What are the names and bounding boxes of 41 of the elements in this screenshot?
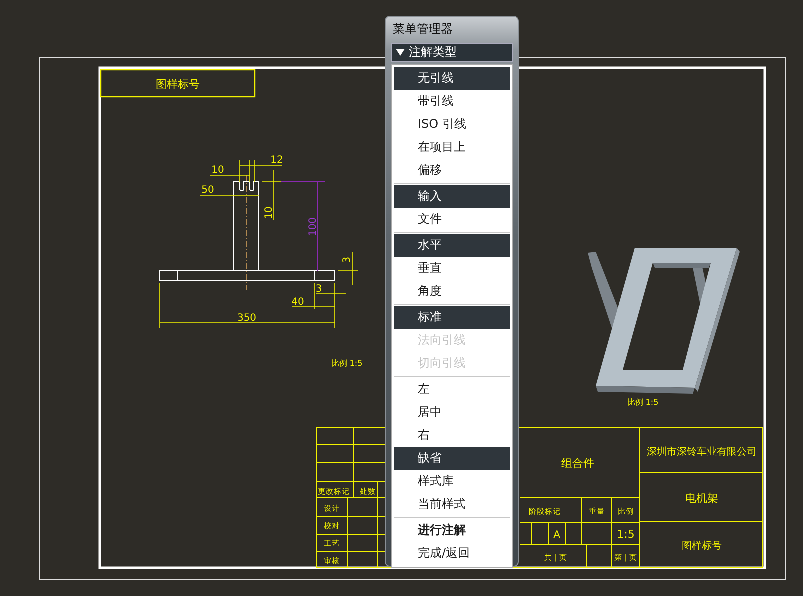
section-header[interactable]: 注解类型	[391, 43, 513, 62]
menu-item[interactable]: 样式库	[394, 470, 510, 493]
dimension-value: 3	[342, 256, 353, 264]
menu-item[interactable]: ISO 引线	[394, 113, 510, 136]
menu-item[interactable]: 带引线	[394, 90, 510, 113]
section-label: 注解类型	[409, 44, 457, 61]
dimension-value: 40	[292, 297, 304, 308]
menu-item[interactable]: 进行注解	[394, 519, 510, 542]
drawing-number-label: 图样标号	[682, 541, 722, 552]
menu-item[interactable]: 角度	[394, 280, 510, 303]
dimension-value: 3	[316, 284, 322, 295]
view-scale-label: 比例 1:5	[331, 359, 363, 368]
menu-item[interactable]: 左	[394, 378, 510, 401]
menu-item[interactable]: 水平	[394, 234, 510, 257]
dimension-value: 12	[270, 155, 284, 166]
dimension-value: 10	[212, 165, 224, 176]
dimension-value: 100	[308, 217, 319, 237]
menu-item[interactable]: 垂直	[394, 257, 510, 280]
menu-item[interactable]: 输入	[394, 185, 510, 208]
menu-item[interactable]: 标准	[394, 306, 510, 329]
menu-item[interactable]: 居中	[394, 401, 510, 424]
drawing-number-label: 图样标号	[156, 78, 200, 91]
menu-item[interactable]: 偏移	[394, 159, 510, 182]
menu-item[interactable]: 当前样式	[394, 493, 510, 516]
menu-item[interactable]: 无引线	[394, 67, 510, 90]
menu-title: 菜单管理器	[392, 21, 454, 38]
part-name: 电机架	[686, 492, 718, 505]
menu-item[interactable]: 缺省	[394, 447, 510, 470]
menu-item[interactable]: 在项目上	[394, 136, 510, 159]
scale-value: 1:5	[617, 528, 635, 541]
stage-value: A	[554, 530, 560, 541]
menu-item[interactable]: 完成/返回	[394, 542, 510, 565]
view-scale-label: 比例 1:5	[627, 398, 659, 407]
caret-icon	[396, 49, 405, 56]
dimension-value: 10	[264, 206, 275, 220]
company-name: 深圳市深铃车业有限公司	[647, 447, 757, 458]
menu-item[interactable]: 文件	[394, 208, 510, 231]
dimension-value: 50	[202, 185, 214, 196]
dimension-value: 350	[237, 313, 257, 324]
menu-item[interactable]: 右	[394, 424, 510, 447]
part-type-label: 组合件	[562, 457, 594, 470]
